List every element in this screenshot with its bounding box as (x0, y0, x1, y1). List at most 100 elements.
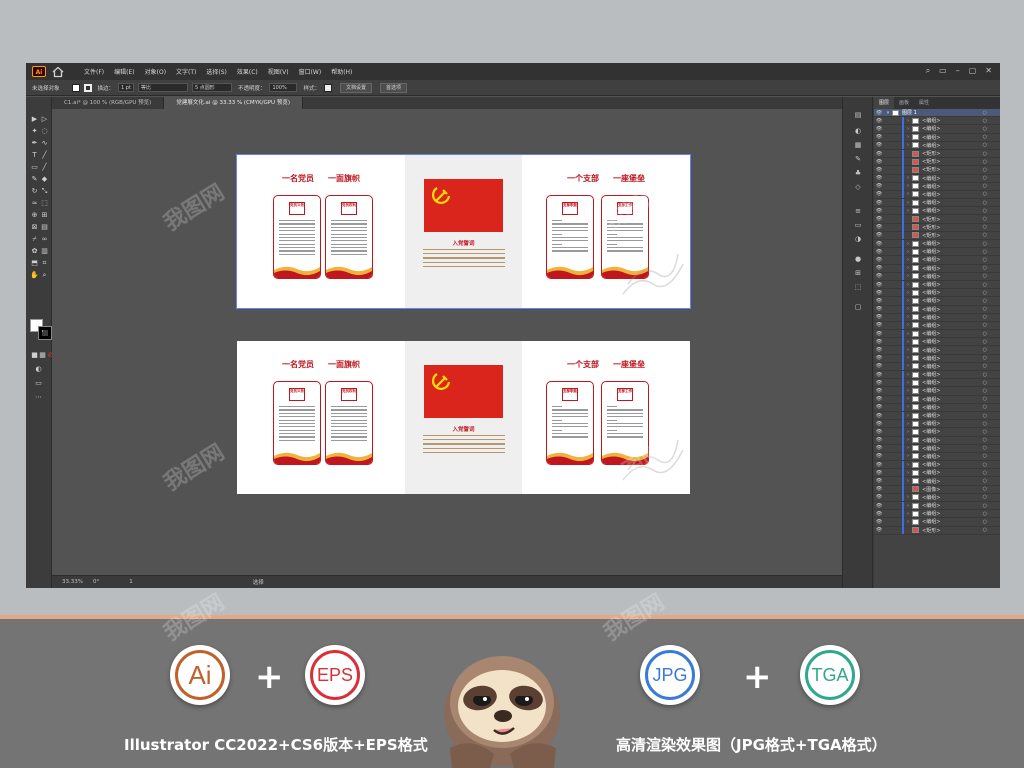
expand-icon[interactable]: › (904, 363, 912, 369)
zoom-level[interactable]: 33.33% (62, 579, 83, 585)
graphic-styles-icon[interactable]: ◇ (853, 183, 863, 191)
expand-icon[interactable]: › (904, 339, 912, 345)
visibility-icon[interactable]: 👁 (874, 282, 884, 288)
visibility-icon[interactable]: 👁 (874, 322, 884, 328)
expand-icon[interactable]: › (904, 322, 912, 328)
expand-icon[interactable]: › (904, 257, 912, 263)
target-icon[interactable]: ○ (983, 208, 987, 214)
visibility-icon[interactable]: 👁 (874, 216, 884, 222)
rotate-tool-icon[interactable]: ↻ (30, 187, 39, 195)
target-icon[interactable]: ○ (983, 232, 987, 238)
menu-effect[interactable]: 效果(C) (237, 67, 258, 76)
artboard-number[interactable]: 1 (129, 579, 133, 585)
target-icon[interactable]: ○ (983, 298, 987, 304)
tab-party-culture[interactable]: 党建展文化.ai @ 33.33 % (CMYK/GPU 预览) (164, 97, 303, 109)
layer-row[interactable]: 👁 › <编组> ○ (874, 280, 1000, 290)
layer-row[interactable]: 👁 <矩形> ○ (874, 526, 1000, 535)
layer-row[interactable]: 👁 › <编组> ○ (874, 411, 1000, 421)
visibility-icon[interactable]: 👁 (874, 429, 884, 435)
expand-icon[interactable]: › (904, 494, 912, 500)
layer-row[interactable]: 👁 › <编组> ○ (874, 305, 1000, 314)
target-icon[interactable]: ○ (983, 396, 987, 402)
blend-tool-icon[interactable]: ∞ (40, 235, 49, 243)
visibility-icon[interactable]: 👁 (874, 298, 884, 304)
expand-icon[interactable]: › (904, 126, 912, 132)
properties-icon[interactable]: ▤ (853, 111, 863, 119)
transparency-icon[interactable]: ◑ (853, 235, 863, 243)
target-icon[interactable]: ○ (983, 265, 987, 271)
target-icon[interactable]: ○ (983, 118, 987, 124)
expand-icon[interactable]: › (904, 347, 912, 353)
expand-icon[interactable]: › (904, 273, 912, 279)
visibility-icon[interactable]: 👁 (874, 494, 884, 500)
layer-row[interactable]: 👁 <矩形> ○ (874, 231, 1000, 240)
expand-icon[interactable]: › (904, 298, 912, 304)
expand-icon[interactable]: › (904, 372, 912, 378)
layer-row[interactable]: 👁 › <编组> ○ (874, 517, 1000, 527)
preferences-button[interactable]: 首选项 (379, 82, 407, 93)
more-tools-icon[interactable]: ⋯ (34, 393, 43, 401)
visibility-icon[interactable]: 👁 (874, 380, 884, 386)
expand-icon[interactable]: › (904, 118, 912, 124)
comment-icon[interactable]: ▢ (853, 303, 863, 311)
canvas[interactable]: 一名党员 一面旗帜 党员义务 党员权利 入党誓词 一个支部 一座堡垒 支部职能 … (52, 109, 842, 575)
stroke-swatch[interactable] (38, 326, 52, 340)
visibility-icon[interactable]: 👁 (874, 290, 884, 296)
tab-layers[interactable]: 图层 (874, 97, 895, 109)
target-icon[interactable]: ○ (983, 191, 987, 197)
menu-view[interactable]: 视图(V) (268, 67, 289, 76)
expand-icon[interactable]: › (904, 265, 912, 271)
expand-icon[interactable]: › (904, 175, 912, 181)
target-icon[interactable]: ○ (983, 404, 987, 410)
target-icon[interactable]: ○ (983, 445, 987, 451)
visibility-icon[interactable]: 👁 (874, 208, 884, 214)
target-icon[interactable]: ○ (983, 470, 987, 476)
expand-icon[interactable]: › (904, 413, 912, 419)
target-icon[interactable]: ○ (983, 159, 987, 165)
stroke-icon[interactable]: ≡ (853, 207, 863, 215)
magic-wand-icon[interactable]: ✦ (30, 127, 39, 135)
target-icon[interactable]: ○ (983, 478, 987, 484)
target-icon[interactable]: ○ (983, 453, 987, 459)
tab-c1[interactable]: C1.ai* @ 100 % (RGB/GPU 预览) (52, 97, 165, 109)
visibility-icon[interactable]: 👁 (874, 118, 884, 124)
graphic-style-swatch[interactable] (323, 83, 332, 92)
target-icon[interactable]: ○ (983, 216, 987, 222)
stroke-color-swatch[interactable] (83, 83, 92, 92)
stroke-weight-field[interactable]: 1 pt (118, 83, 134, 92)
color-icon[interactable]: ◐ (853, 127, 863, 135)
swatches-icon[interactable]: ▦ (853, 141, 863, 149)
layer-row[interactable]: 👁 › <编组> ○ (874, 354, 1000, 363)
layer-row[interactable]: 👁 › <编组> ○ (874, 452, 1000, 462)
layer-row-top[interactable]: 👁 ▾ 图层 1 ○ (874, 109, 1000, 118)
curvature-tool-icon[interactable]: ∿ (40, 139, 49, 147)
visibility-icon[interactable]: 👁 (874, 372, 884, 378)
direct-selection-tool-icon[interactable]: ▷ (40, 115, 49, 123)
expand-icon[interactable]: › (904, 462, 912, 468)
target-icon[interactable]: ○ (983, 511, 987, 517)
opacity-field[interactable]: 100% (269, 83, 298, 92)
target-icon[interactable]: ○ (983, 494, 987, 500)
artboard-tool-icon[interactable]: ⬒ (30, 259, 39, 267)
target-icon[interactable]: ○ (983, 462, 987, 468)
visibility-icon[interactable]: 👁 (874, 396, 884, 402)
expand-icon[interactable]: › (904, 200, 912, 206)
layer-row[interactable]: 👁 › <编组> ○ (874, 174, 1000, 183)
visibility-icon[interactable]: 👁 (874, 126, 884, 132)
visibility-icon[interactable]: 👁 (874, 527, 884, 533)
target-icon[interactable]: ○ (983, 503, 987, 509)
shape-builder-icon[interactable]: ⊕ (30, 211, 39, 219)
maximize-icon[interactable]: ▢ (969, 66, 977, 76)
layer-row[interactable]: 👁 › <编组> ○ (874, 370, 1000, 380)
layer-row[interactable]: 👁 › <编组> ○ (874, 386, 1000, 396)
visibility-icon[interactable]: 👁 (874, 257, 884, 263)
target-icon[interactable]: ○ (983, 380, 987, 386)
target-icon[interactable]: ○ (983, 306, 987, 312)
layer-row[interactable]: 👁 › <编组> ○ (874, 460, 1000, 470)
menu-object[interactable]: 对象(O) (145, 67, 166, 76)
visibility-icon[interactable]: 👁 (874, 167, 884, 173)
expand-icon[interactable]: › (904, 331, 912, 337)
target-icon[interactable]: ○ (983, 486, 987, 492)
target-icon[interactable]: ○ (983, 282, 987, 288)
target-icon[interactable]: ○ (983, 314, 987, 320)
